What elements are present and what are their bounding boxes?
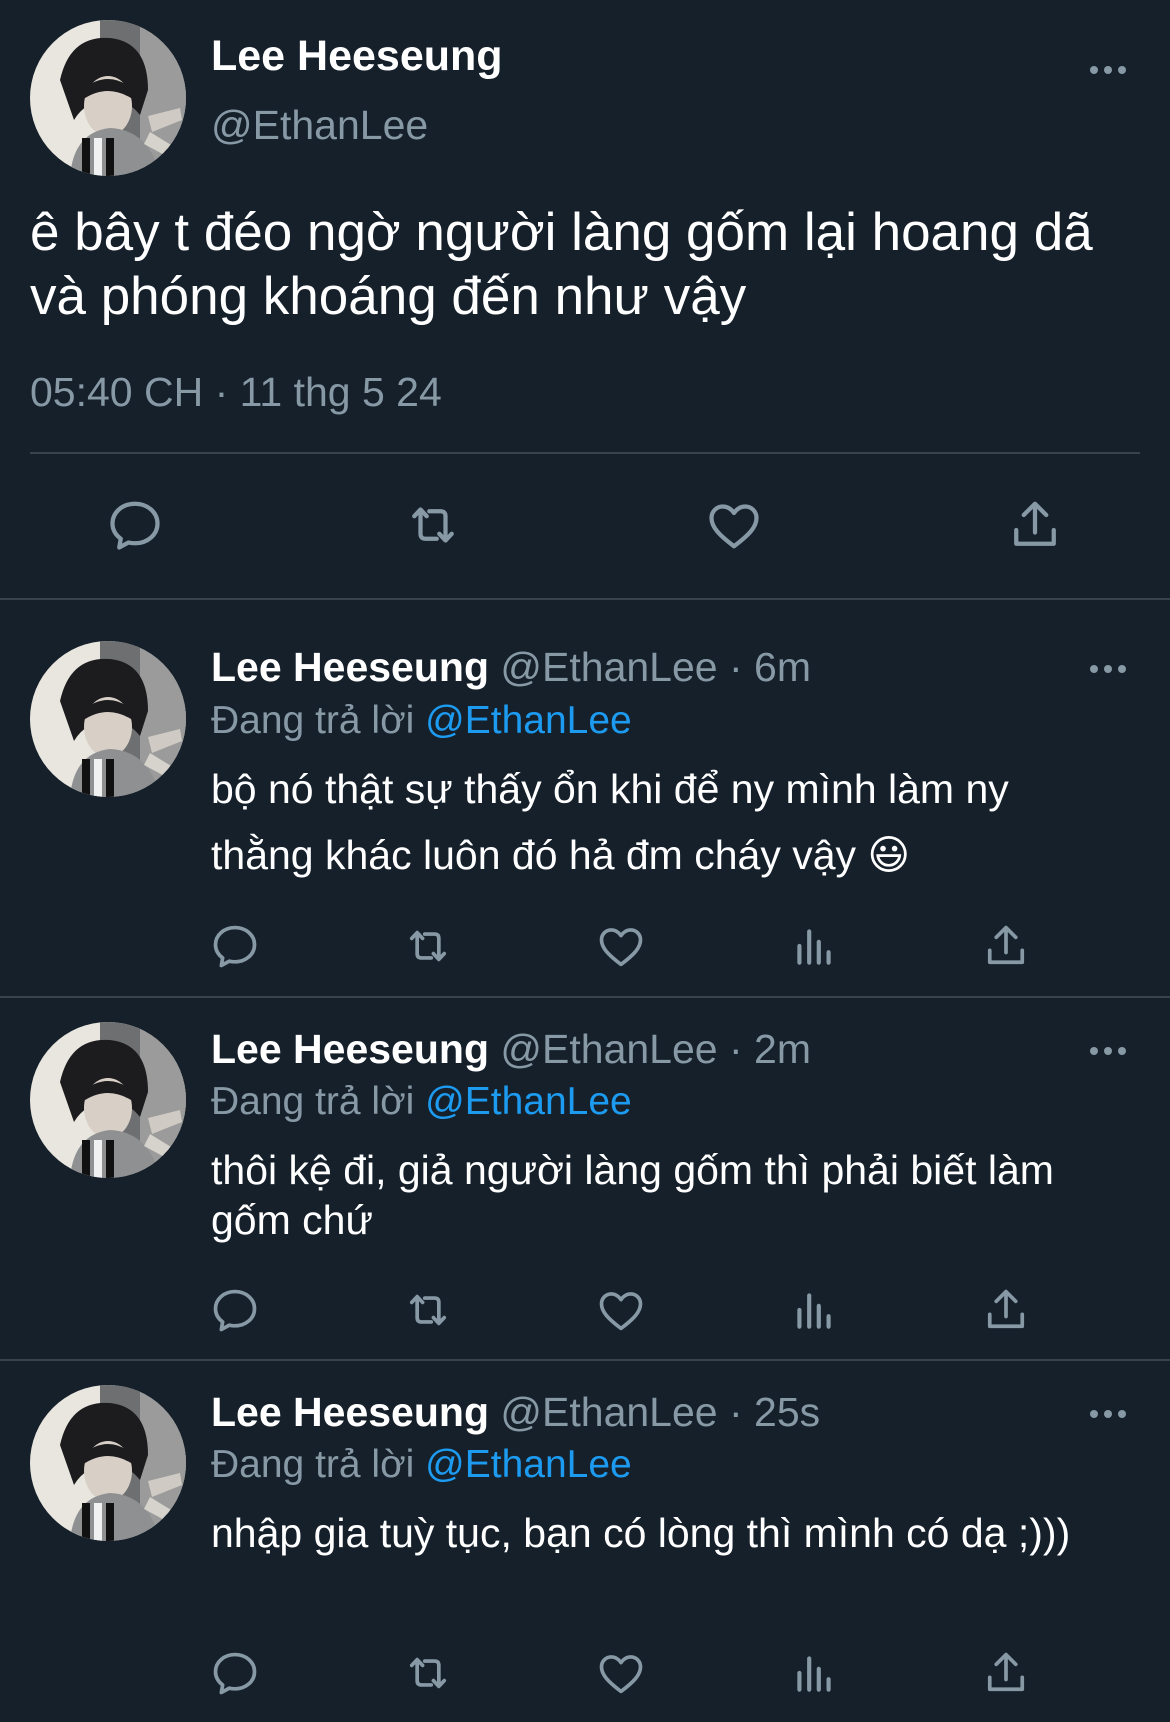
tweet-text: bộ nó thật sự thấy ổn khi để ny mình làm… <box>211 766 1009 878</box>
display-name[interactable]: Lee Heeseung <box>211 1026 489 1072</box>
like-icon[interactable] <box>591 918 651 974</box>
handle[interactable]: @EthanLee <box>500 644 717 690</box>
tweet-text: ê bây t đéo ngờ người làng gốm lại hoang… <box>30 203 1093 326</box>
share-icon[interactable] <box>976 1645 1036 1701</box>
replying-to-label: Đang trả lời <box>211 1080 415 1123</box>
more-options-icon[interactable] <box>1088 663 1128 675</box>
separator: · <box>728 644 743 690</box>
replying-to: Đang trả lời @EthanLee <box>211 1078 632 1126</box>
divider <box>0 598 1170 600</box>
retweet-icon[interactable] <box>398 495 468 555</box>
separator: · <box>728 1026 743 1072</box>
mention-link[interactable]: @EthanLee <box>425 1443 632 1486</box>
reply-header: Lee Heeseung @EthanLee · 6m <box>211 642 811 692</box>
avatar[interactable] <box>30 641 186 797</box>
replying-to-label: Đang trả lời <box>211 1443 415 1486</box>
display-name[interactable]: Lee Heeseung <box>211 30 503 82</box>
views-icon[interactable] <box>784 1645 844 1701</box>
display-name[interactable]: Lee Heeseung <box>211 1389 489 1435</box>
replying-to: Đang trả lời @EthanLee <box>211 1441 632 1489</box>
divider <box>0 1359 1170 1361</box>
mention-link[interactable]: @EthanLee <box>425 1080 632 1123</box>
retweet-icon[interactable] <box>398 918 458 974</box>
reply-header: Lee Heeseung @EthanLee · 2m <box>211 1024 811 1074</box>
avatar[interactable] <box>30 1022 186 1178</box>
more-options-icon[interactable] <box>1088 1045 1128 1057</box>
views-icon[interactable] <box>784 918 844 974</box>
handle[interactable]: @EthanLee <box>500 1389 717 1435</box>
replying-to-label: Đang trả lời <box>211 699 415 742</box>
divider <box>30 452 1140 454</box>
retweet-icon[interactable] <box>398 1645 458 1701</box>
reply-header: Lee Heeseung @EthanLee · 25s <box>211 1387 820 1437</box>
retweet-icon[interactable] <box>398 1282 458 1338</box>
separator: · <box>728 1389 743 1435</box>
more-options-icon[interactable] <box>1088 64 1128 76</box>
like-icon[interactable] <box>591 1645 651 1701</box>
relative-time[interactable]: 25s <box>754 1389 820 1435</box>
tweet-text: nhập gia tuỳ tục, bạn có lòng thì mình c… <box>211 1510 1071 1556</box>
divider <box>0 996 1170 998</box>
reply-icon[interactable] <box>205 918 265 974</box>
share-icon[interactable] <box>1000 495 1070 555</box>
avatar[interactable] <box>30 20 186 176</box>
handle[interactable]: @EthanLee <box>500 1026 717 1072</box>
tweet-timestamp: 05:40 CH · 11 thg 5 24 <box>30 369 442 415</box>
share-icon[interactable] <box>976 918 1036 974</box>
views-icon[interactable] <box>784 1282 844 1338</box>
reply-icon[interactable] <box>205 1282 265 1338</box>
more-options-icon[interactable] <box>1088 1408 1128 1420</box>
mention-link[interactable]: @EthanLee <box>425 699 632 742</box>
tweet-text: thôi kệ đi, giả người làng gốm thì phải … <box>211 1147 1054 1243</box>
handle[interactable]: @EthanLee <box>211 100 428 150</box>
share-icon[interactable] <box>976 1282 1036 1338</box>
avatar[interactable] <box>30 1385 186 1541</box>
reply-icon[interactable] <box>205 1645 265 1701</box>
display-name[interactable]: Lee Heeseung <box>211 644 489 690</box>
reply-icon[interactable] <box>100 495 170 555</box>
like-icon[interactable] <box>699 495 769 555</box>
relative-time[interactable]: 2m <box>754 1026 811 1072</box>
replying-to: Đang trả lời @EthanLee <box>211 697 632 745</box>
like-icon[interactable] <box>591 1282 651 1338</box>
relative-time[interactable]: 6m <box>754 644 811 690</box>
